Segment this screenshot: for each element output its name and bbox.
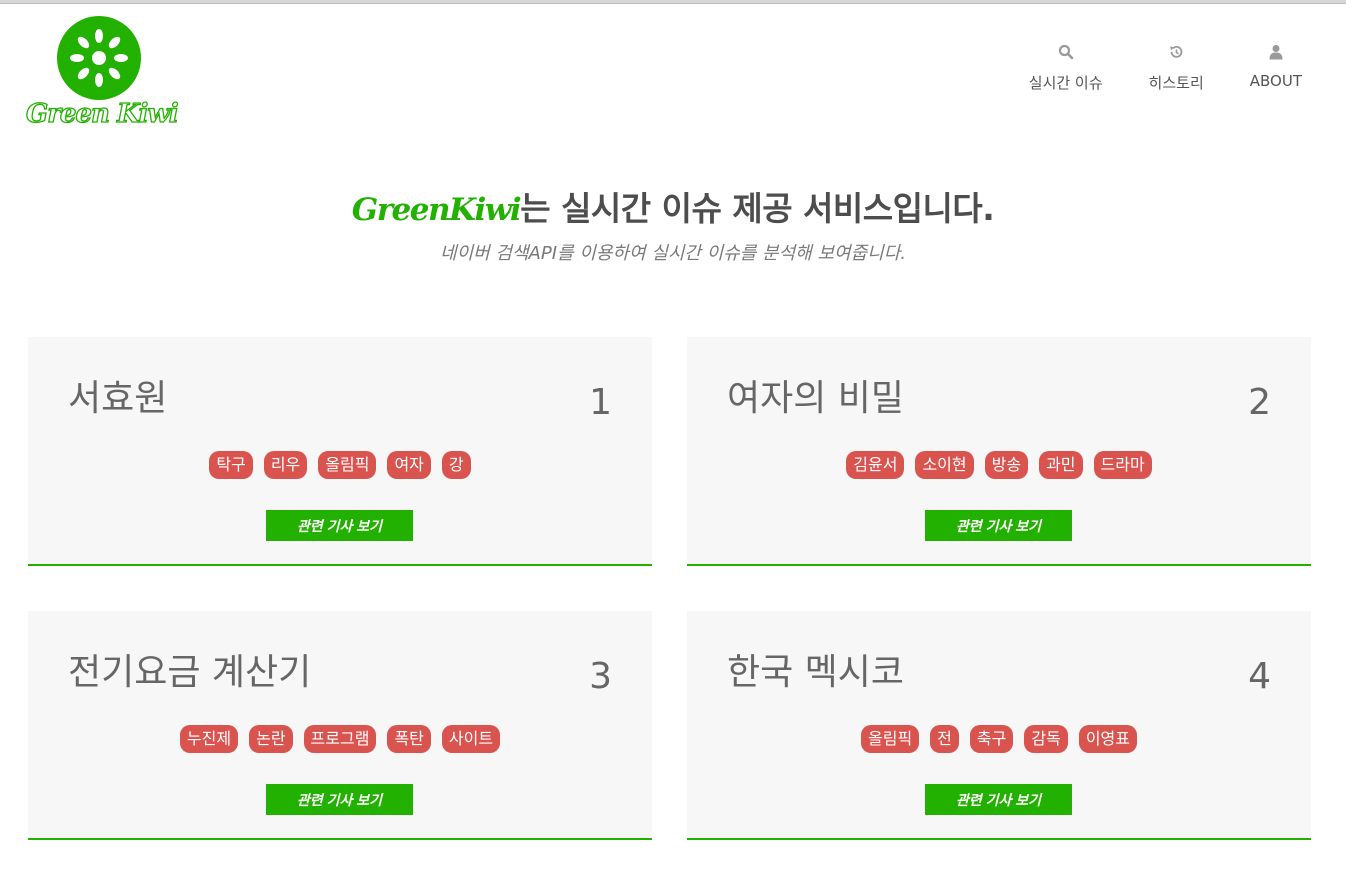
keyword-tag[interactable]: 김윤서 [846, 451, 905, 479]
keyword-tag[interactable]: 전 [930, 725, 959, 753]
keyword-tag[interactable]: 올림픽 [318, 451, 377, 479]
nav-realtime-issues[interactable]: 실시간 이슈 [1029, 42, 1103, 93]
keyword-tags: 탁구 리우 올림픽 여자 강 [28, 451, 652, 479]
issue-card: 서효원 1 탁구 리우 올림픽 여자 강 관련 기사 보기 [28, 337, 652, 566]
related-articles-button[interactable]: 관련 기사 보기 [925, 784, 1072, 815]
keyword-tags: 김윤서 소이현 방송 과민 드라마 [687, 451, 1311, 479]
related-articles-button[interactable]: 관련 기사 보기 [266, 510, 413, 541]
keyword-tag[interactable]: 누진제 [179, 725, 239, 753]
keyword-tag[interactable]: 강 [441, 451, 471, 479]
keyword-tag[interactable]: 방송 [984, 451, 1029, 479]
keyword-tags: 누진제 논란 프로그램 폭탄 사이트 [28, 725, 652, 753]
history-icon [1166, 42, 1186, 62]
keyword-tag[interactable]: 폭탄 [387, 725, 431, 753]
issue-card: 전기요금 계산기 3 누진제 논란 프로그램 폭탄 사이트 관련 기사 보기 [28, 611, 652, 840]
keyword-tags: 올림픽 전 축구 감독 이영표 [687, 725, 1311, 753]
keyword-tag[interactable]: 감독 [1024, 725, 1068, 753]
user-icon [1266, 42, 1286, 62]
related-articles-button[interactable]: 관련 기사 보기 [266, 784, 413, 815]
search-icon [1056, 42, 1076, 62]
brand-word: GreenKiwi [351, 192, 522, 228]
page-subtitle: 네이버 검색API를 이용하여 실시간 이슈를 분석해 보여줍니다. [440, 243, 906, 264]
keyword-tag[interactable]: 축구 [969, 725, 1014, 753]
kiwi-icon [57, 16, 141, 100]
main-nav: 실시간 이슈 히스토리 ABOUT [983, 42, 1302, 93]
hero: GreenKiwi는 실시간 이슈 제공 서비스입니다. 네이버 검색API를 … [0, 186, 1346, 265]
issue-title: 한국 멕시코 [727, 652, 905, 693]
issue-rank: 3 [589, 656, 612, 697]
nav-label: 실시간 이슈 [1028, 74, 1103, 92]
keyword-tag[interactable]: 프로그램 [303, 725, 377, 753]
keyword-tag[interactable]: 과민 [1039, 451, 1083, 479]
nav-label: ABOUT [1249, 72, 1302, 90]
logo-text: Green Kiwi [25, 98, 179, 129]
browser-top-border [0, 0, 1346, 4]
keyword-tag[interactable]: 드라마 [1093, 451, 1152, 479]
keyword-tag[interactable]: 소이현 [915, 451, 974, 479]
related-articles-button[interactable]: 관련 기사 보기 [925, 510, 1072, 541]
nav-history[interactable]: 히스토리 [1149, 42, 1204, 93]
issue-title: 서효원 [68, 378, 168, 419]
issue-rank: 2 [1248, 382, 1271, 423]
issue-rank: 1 [589, 382, 612, 423]
logo[interactable]: Green Kiwi [25, 14, 179, 132]
issue-rank: 4 [1248, 656, 1271, 697]
keyword-tag[interactable]: 이영표 [1078, 725, 1137, 753]
issue-card: 한국 멕시코 4 올림픽 전 축구 감독 이영표 관련 기사 보기 [687, 611, 1311, 840]
issue-title: 여자의 비밀 [727, 378, 905, 419]
issue-grid: 서효원 1 탁구 리우 올림픽 여자 강 관련 기사 보기 여자의 비밀 2 김… [28, 337, 1311, 842]
title-text: 는 실시간 이슈 제공 서비스입니다. [520, 189, 995, 228]
page-title: GreenKiwi는 실시간 이슈 제공 서비스입니다. [0, 186, 1346, 233]
keyword-tag[interactable]: 올림픽 [861, 725, 920, 753]
keyword-tag[interactable]: 탁구 [209, 451, 253, 479]
nav-about[interactable]: ABOUT [1250, 42, 1302, 93]
issue-card: 여자의 비밀 2 김윤서 소이현 방송 과민 드라마 관련 기사 보기 [687, 337, 1311, 566]
keyword-tag[interactable]: 리우 [263, 451, 308, 479]
nav-label: 히스토리 [1148, 74, 1204, 92]
issue-title: 전기요금 계산기 [68, 652, 312, 693]
keyword-tag[interactable]: 논란 [249, 725, 293, 753]
keyword-tag[interactable]: 사이트 [441, 725, 501, 753]
keyword-tag[interactable]: 여자 [387, 451, 431, 479]
